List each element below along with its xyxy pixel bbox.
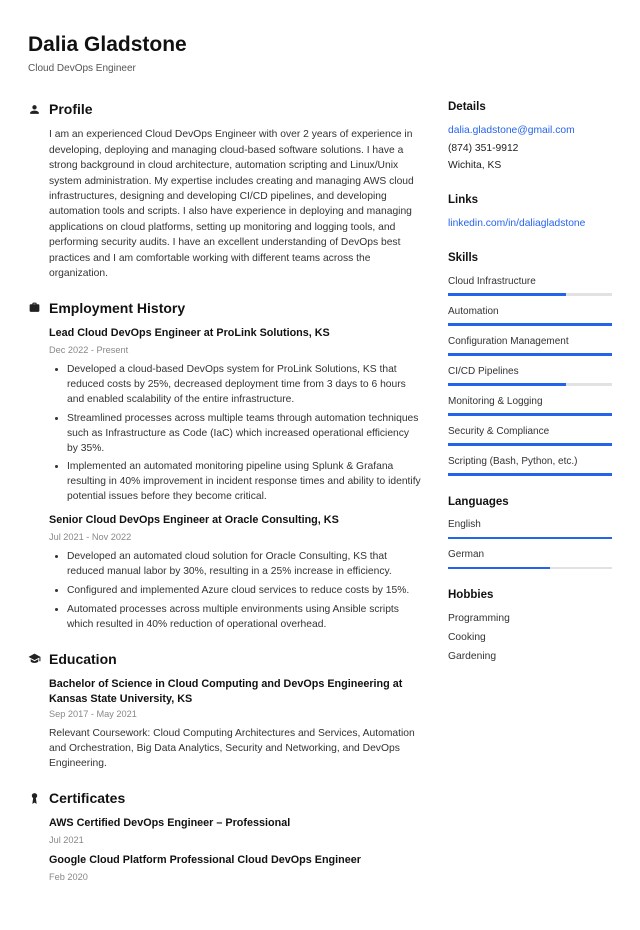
profile-section: Profile I am an experienced Cloud DevOps… xyxy=(28,99,422,282)
skill-item: Security & Compliance xyxy=(448,425,612,446)
title: Cloud DevOps Engineer xyxy=(28,62,612,77)
section-heading: Certificates xyxy=(49,788,125,808)
job-item: Senior Cloud DevOps Engineer at Oracle C… xyxy=(28,513,422,633)
job-item: Lead Cloud DevOps Engineer at ProLink So… xyxy=(28,326,422,505)
section-heading: Employment History xyxy=(49,298,185,318)
bullet: Streamlined processes across multiple te… xyxy=(67,412,422,457)
header: Dalia Gladstone Cloud DevOps Engineer xyxy=(28,30,612,77)
skill-bar xyxy=(448,353,612,356)
graduation-icon xyxy=(28,652,41,665)
skill-bar xyxy=(448,293,612,296)
skill-item: Scripting (Bash, Python, etc.) xyxy=(448,455,612,476)
job-date: Jul 2021 - Nov 2022 xyxy=(49,531,422,544)
skill-item: Cloud Infrastructure xyxy=(448,275,612,296)
skill-bar xyxy=(448,537,612,540)
skill-bar xyxy=(448,567,612,570)
skill-item: Monitoring & Logging xyxy=(448,395,612,416)
certificate-item: AWS Certified DevOps Engineer – Professi… xyxy=(28,816,422,847)
employment-section: Employment History Lead Cloud DevOps Eng… xyxy=(28,298,422,633)
skill-item: CI/CD Pipelines xyxy=(448,365,612,386)
main-column: Profile I am an experienced Cloud DevOps… xyxy=(28,99,422,900)
skill-bar xyxy=(448,413,612,416)
skills-block: Skills Cloud Infrastructure Automation Con… xyxy=(448,250,612,476)
email-link[interactable]: dalia.gladstone@gmail.com xyxy=(448,124,612,139)
hobby-item: Programming xyxy=(448,612,612,627)
sidebar: Details dalia.gladstone@gmail.com (874) … xyxy=(448,99,612,900)
hobbies-block: Hobbies Programming Cooking Gardening xyxy=(448,587,612,664)
section-heading: Education xyxy=(49,649,117,669)
side-heading: Hobbies xyxy=(448,587,612,604)
side-heading: Languages xyxy=(448,494,612,511)
job-bullets: Developed an automated cloud solution fo… xyxy=(49,550,422,633)
skill-name: Configuration Management xyxy=(448,335,612,350)
job-title: Senior Cloud DevOps Engineer at Oracle C… xyxy=(49,513,422,529)
education-section: Education Bachelor of Science in Cloud C… xyxy=(28,649,422,772)
briefcase-icon xyxy=(28,301,41,314)
skill-name: Automation xyxy=(448,305,612,320)
linkedin-link[interactable]: linkedin.com/in/daliagladstone xyxy=(448,217,612,232)
phone: (874) 351-9912 xyxy=(448,142,612,157)
education-text: Relevant Coursework: Cloud Computing Arc… xyxy=(49,726,422,772)
cert-date: Jul 2021 xyxy=(49,834,422,847)
bullet: Developed an automated cloud solution fo… xyxy=(67,550,422,580)
cert-date: Feb 2020 xyxy=(49,871,422,884)
languages-block: Languages English German xyxy=(448,494,612,570)
skill-bar xyxy=(448,443,612,446)
job-title: Lead Cloud DevOps Engineer at ProLink So… xyxy=(49,326,422,342)
award-icon xyxy=(28,792,41,805)
skill-name: English xyxy=(448,518,612,533)
links-block: Links linkedin.com/in/daliagladstone xyxy=(448,192,612,232)
skill-name: Cloud Infrastructure xyxy=(448,275,612,290)
job-date: Dec 2022 - Present xyxy=(49,344,422,357)
education-title: Bachelor of Science in Cloud Computing a… xyxy=(49,677,422,706)
cert-title: Google Cloud Platform Professional Cloud… xyxy=(49,853,422,869)
skill-item: Configuration Management xyxy=(448,335,612,356)
side-heading: Links xyxy=(448,192,612,209)
skill-name: German xyxy=(448,548,612,563)
skill-bar xyxy=(448,473,612,476)
skill-name: Monitoring & Logging xyxy=(448,395,612,410)
skill-item: Automation xyxy=(448,305,612,326)
profile-text: I am an experienced Cloud DevOps Enginee… xyxy=(28,127,422,281)
side-heading: Skills xyxy=(448,250,612,267)
certificates-section: Certificates AWS Certified DevOps Engine… xyxy=(28,788,422,884)
skill-item: German xyxy=(448,548,612,569)
bullet: Developed a cloud-based DevOps system fo… xyxy=(67,363,422,408)
section-heading: Profile xyxy=(49,99,93,119)
person-icon xyxy=(28,103,41,116)
skill-item: English xyxy=(448,518,612,539)
skill-name: CI/CD Pipelines xyxy=(448,365,612,380)
location: Wichita, KS xyxy=(448,159,612,174)
bullet: Implemented an automated monitoring pipe… xyxy=(67,460,422,505)
side-heading: Details xyxy=(448,99,612,116)
certificate-item: Google Cloud Platform Professional Cloud… xyxy=(28,853,422,884)
job-bullets: Developed a cloud-based DevOps system fo… xyxy=(49,363,422,505)
bullet: Configured and implemented Azure cloud s… xyxy=(67,584,422,599)
bullet: Automated processes across multiple envi… xyxy=(67,603,422,633)
cert-title: AWS Certified DevOps Engineer – Professi… xyxy=(49,816,422,832)
education-date: Sep 2017 - May 2021 xyxy=(49,708,422,721)
skill-name: Scripting (Bash, Python, etc.) xyxy=(448,455,612,470)
details-block: Details dalia.gladstone@gmail.com (874) … xyxy=(448,99,612,174)
name: Dalia Gladstone xyxy=(28,30,612,60)
hobby-item: Cooking xyxy=(448,631,612,646)
skill-bar xyxy=(448,323,612,326)
skill-bar xyxy=(448,383,612,386)
skill-name: Security & Compliance xyxy=(448,425,612,440)
hobby-item: Gardening xyxy=(448,650,612,665)
